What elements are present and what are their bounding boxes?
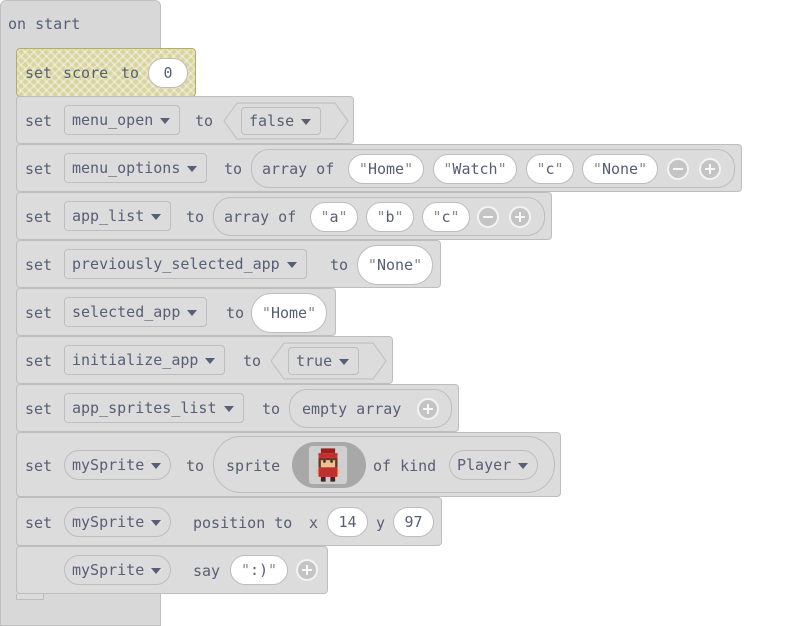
array-of-label: array of [262, 160, 335, 178]
array-item-c[interactable]: "c" [526, 154, 574, 184]
set-menu-open-block[interactable]: set menu_open to false [16, 96, 354, 144]
array-item-a[interactable]: "a" [310, 202, 358, 232]
set-position-block[interactable]: set mySprite position to x 14 y 97 [16, 497, 442, 546]
sprite-label: sprite [226, 457, 281, 475]
to-keyword: to [262, 400, 281, 418]
say-label: say [193, 562, 221, 580]
sprite-image-picker[interactable] [292, 442, 366, 488]
score-label: score [63, 64, 109, 82]
position-to-label: position to [193, 514, 293, 532]
to-keyword: to [243, 352, 262, 370]
set-initialize-app-block[interactable]: set initialize_app to true [16, 336, 393, 384]
set-score-block[interactable]: set score to 0 [16, 48, 196, 97]
set-keyword: set [25, 160, 53, 178]
previously-selected-app-value[interactable]: "None" [357, 245, 433, 285]
to-keyword: to [224, 160, 243, 178]
y-value-input[interactable]: 97 [393, 507, 434, 537]
array-item-none[interactable]: "None" [582, 154, 658, 184]
sprite-say-block[interactable]: mySprite say ":)" [16, 546, 328, 594]
array-of-block[interactable]: array of "Home" "Watch" "c" "None" [251, 149, 735, 188]
to-keyword: to [195, 112, 214, 130]
plus-circle-icon[interactable] [417, 398, 439, 420]
set-selected-app-block[interactable]: set selected_app to "Home" [16, 288, 336, 336]
false-dropdown[interactable]: false [241, 107, 322, 135]
to-keyword: to [330, 256, 349, 274]
set-mysprite-block[interactable]: set mySprite to sprite of kind Player [16, 432, 561, 497]
plus-circle-icon[interactable] [509, 206, 531, 228]
minus-circle-icon[interactable] [477, 206, 499, 228]
set-app-list-block[interactable]: set app_list to array of "a" "b" "c" [16, 192, 552, 240]
array-item-b[interactable]: "b" [366, 202, 414, 232]
set-keyword: set [25, 304, 53, 322]
false-boolean-block[interactable]: false [223, 102, 349, 140]
set-previously-selected-app-block[interactable]: set previously_selected_app to "None" [16, 240, 441, 288]
set-keyword: set [25, 352, 53, 370]
set-keyword: set [25, 112, 53, 130]
sprite-of-kind-block[interactable]: sprite of kind Player [213, 436, 555, 493]
true-boolean-block[interactable]: true [270, 342, 387, 380]
array-item-home[interactable]: "Home" [348, 154, 424, 184]
on-start-label: on start [8, 15, 81, 33]
true-dropdown[interactable]: true [288, 347, 360, 375]
score-value-input[interactable]: 0 [148, 58, 188, 88]
plus-circle-icon[interactable] [699, 158, 721, 180]
set-keyword: set [25, 64, 53, 82]
previously-selected-app-variable-dropdown[interactable]: previously_selected_app [64, 249, 307, 279]
player-sprite-icon [309, 446, 347, 484]
mysprite-variable-dropdown[interactable]: mySprite [64, 450, 172, 480]
set-keyword: set [25, 208, 53, 226]
block-notch [16, 594, 44, 600]
array-of-block[interactable]: array of "a" "b" "c" [213, 197, 545, 236]
set-keyword: set [25, 514, 53, 532]
array-item-watch[interactable]: "Watch" [433, 154, 517, 184]
to-keyword: to [226, 304, 245, 322]
y-label: y [376, 514, 386, 532]
to-keyword: to [121, 64, 140, 82]
empty-array-label: empty array [302, 400, 402, 418]
mysprite-variable-dropdown[interactable]: mySprite [64, 507, 172, 537]
plus-circle-icon[interactable] [296, 559, 318, 581]
x-label: x [309, 514, 319, 532]
minus-circle-icon[interactable] [667, 158, 689, 180]
x-value-input[interactable]: 14 [327, 507, 368, 537]
set-keyword: set [25, 400, 53, 418]
say-text-input[interactable]: ":)" [230, 555, 288, 585]
menu-options-variable-dropdown[interactable]: menu_options [64, 153, 208, 183]
array-item-c[interactable]: "c" [422, 202, 470, 232]
mysprite-variable-dropdown[interactable]: mySprite [64, 555, 172, 585]
selected-app-variable-dropdown[interactable]: selected_app [64, 297, 208, 327]
set-app-sprites-list-block[interactable]: set app_sprites_list to empty array [16, 384, 459, 432]
selected-app-value[interactable]: "Home" [251, 293, 327, 333]
app-list-variable-dropdown[interactable]: app_list [64, 201, 172, 231]
kind-dropdown[interactable]: Player [449, 450, 539, 480]
app-sprites-list-variable-dropdown[interactable]: app_sprites_list [64, 393, 244, 423]
set-keyword: set [25, 256, 53, 274]
set-keyword: set [25, 457, 53, 475]
to-keyword: to [186, 457, 205, 475]
menu-open-variable-dropdown[interactable]: menu_open [64, 105, 181, 135]
set-menu-options-block[interactable]: set menu_options to array of "Home" "Wat… [16, 144, 742, 192]
empty-array-block[interactable]: empty array [289, 389, 452, 428]
to-keyword: to [186, 208, 205, 226]
initialize-app-variable-dropdown[interactable]: initialize_app [64, 345, 226, 375]
array-of-label: array of [224, 208, 297, 226]
of-kind-label: of kind [373, 457, 437, 475]
